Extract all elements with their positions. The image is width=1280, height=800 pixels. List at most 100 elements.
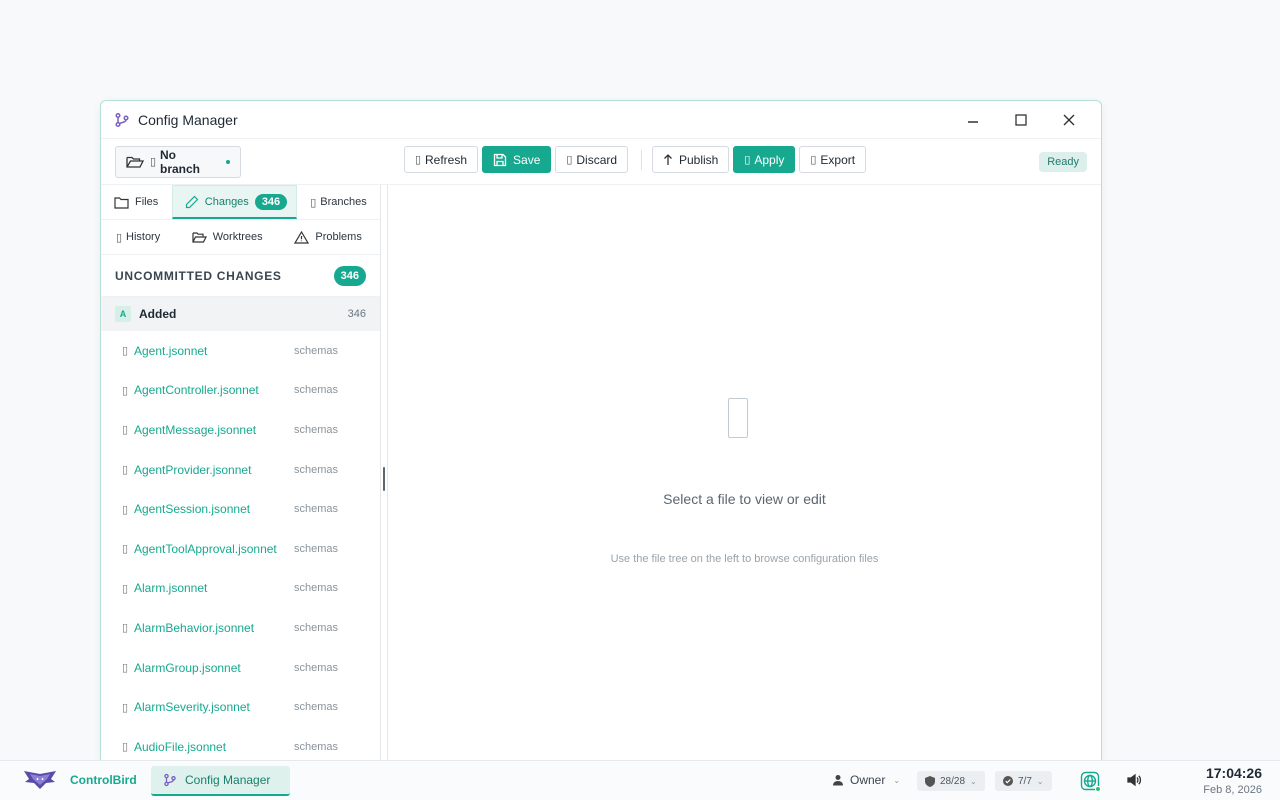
export-button[interactable]: ▯ Export	[799, 146, 867, 173]
changes-count-badge: 346	[254, 193, 288, 210]
list-item[interactable]: ▯ Agent.jsonnet schemas	[101, 331, 380, 371]
shield-status[interactable]: 28/28 ⌄	[917, 771, 985, 791]
tab-problems-label: Problems	[315, 231, 362, 243]
file-icon: ▯	[122, 701, 129, 714]
clock[interactable]: 17:04:26 Feb 8, 2026	[1203, 765, 1262, 796]
shield-count: 28/28	[940, 775, 966, 787]
list-item[interactable]: ▯ AgentProvider.jsonnet schemas	[101, 450, 380, 490]
refresh-label: Refresh	[425, 152, 468, 167]
export-label: Export	[820, 152, 856, 167]
editor-area: Select a file to view or edit Use the fi…	[387, 185, 1101, 760]
save-icon	[493, 153, 507, 167]
added-group-name: Added	[139, 307, 177, 321]
minimize-icon	[967, 114, 979, 126]
save-button[interactable]: Save	[482, 146, 552, 173]
close-icon	[1063, 114, 1075, 126]
discard-label: Discard	[576, 152, 618, 167]
chevron-down-icon: ⌄	[970, 776, 977, 786]
file-icon: ▯	[122, 622, 129, 635]
chevron-down-icon: ⌄	[893, 775, 901, 785]
file-folder: schemas	[294, 384, 339, 397]
tab-problems[interactable]: Problems	[276, 220, 380, 254]
list-item[interactable]: ▯ AlarmBehavior.jsonnet schemas	[101, 608, 380, 648]
close-button[interactable]	[1049, 103, 1089, 137]
file-icon: ▯	[122, 741, 129, 754]
branch-status-dot	[226, 159, 230, 164]
git-branch-icon	[163, 773, 177, 787]
title-bar[interactable]: Config Manager	[101, 101, 1101, 139]
uncommitted-count-badge: 346	[333, 265, 366, 286]
list-item[interactable]: ▯ AlarmSeverity.jsonnet schemas	[101, 687, 380, 727]
branches-icon: ▯	[310, 196, 317, 209]
tab-worktrees[interactable]: Worktrees	[177, 220, 277, 254]
left-panel: Files Changes 346 ▯ Branches ▯ History W…	[101, 185, 381, 760]
toolbar: ▯ No branch ▯ Refresh Save ▯ Discard Pub…	[101, 139, 1101, 185]
history-icon: ▯	[116, 231, 123, 244]
refresh-icon: ▯	[415, 154, 422, 166]
branch-icon: ▯	[150, 156, 157, 168]
file-icon: ▯	[122, 424, 129, 437]
maximize-icon	[1015, 113, 1027, 126]
file-name: AgentController.jsonnet	[134, 383, 259, 398]
chevron-down-icon: ⌄	[1036, 776, 1044, 786]
empty-state-title: Select a file to view or edit	[663, 491, 826, 507]
window-title: Config Manager	[138, 111, 238, 128]
publish-button[interactable]: Publish	[652, 146, 730, 173]
uncommitted-title: UNCOMMITTED CHANGES	[115, 268, 282, 283]
file-name: Agent.jsonnet	[134, 343, 208, 358]
file-folder: schemas	[294, 423, 339, 436]
user-menu[interactable]: Owner ⌄	[832, 773, 900, 787]
added-status-letter: A	[115, 306, 131, 322]
added-group-header[interactable]: A Added 346	[101, 297, 380, 331]
tab-branches[interactable]: ▯ Branches	[297, 185, 380, 219]
file-icon: ▯	[122, 582, 129, 595]
user-name: Owner	[850, 773, 886, 787]
taskbar: ControlBird Config Manager Owner ⌄ 28/28…	[0, 760, 1280, 800]
list-item[interactable]: ▯ AgentSession.jsonnet schemas	[101, 489, 380, 529]
status-badge: Ready	[1039, 152, 1087, 172]
file-folder: schemas	[294, 740, 339, 753]
network-status[interactable]	[1080, 771, 1101, 792]
panel-resize-handle[interactable]	[383, 467, 385, 491]
file-name: AlarmGroup.jsonnet	[134, 660, 241, 675]
tab-branches-label: Branches	[320, 196, 367, 208]
file-icon: ▯	[122, 503, 129, 516]
git-branch-icon	[114, 112, 130, 128]
list-item[interactable]: ▯ AgentToolApproval.jsonnet schemas	[101, 529, 380, 569]
branch-selector[interactable]: ▯ No branch	[115, 145, 241, 178]
list-item[interactable]: ▯ AudioFile.jsonnet schemas	[101, 727, 380, 760]
tab-history-label: History	[126, 231, 161, 243]
refresh-button[interactable]: ▯ Refresh	[404, 146, 479, 173]
tab-worktrees-label: Worktrees	[212, 231, 263, 243]
minimize-button[interactable]	[953, 103, 993, 137]
tab-files[interactable]: Files	[101, 185, 172, 219]
list-item[interactable]: ▯ AlarmGroup.jsonnet schemas	[101, 648, 380, 688]
speaker-icon	[1126, 772, 1142, 788]
check-circle-icon	[1003, 776, 1013, 786]
maximize-button[interactable]	[1001, 103, 1041, 137]
taskbar-item-config-manager[interactable]: Config Manager	[151, 766, 290, 796]
tab-history[interactable]: ▯ History	[101, 220, 177, 254]
save-label: Save	[513, 152, 541, 167]
file-name: AgentMessage.jsonnet	[134, 422, 257, 437]
brand[interactable]: ControlBird	[22, 770, 137, 790]
list-item[interactable]: ▯ Alarm.jsonnet schemas	[101, 569, 380, 609]
discard-button[interactable]: ▯ Discard	[555, 146, 629, 173]
check-status[interactable]: 7/7 ⌄	[995, 771, 1052, 791]
apply-button[interactable]: ▯ Apply	[733, 146, 796, 173]
file-folder: schemas	[294, 701, 339, 714]
uncommitted-header: UNCOMMITTED CHANGES 346	[101, 255, 380, 297]
file-folder: schemas	[294, 621, 339, 634]
empty-state-subtitle: Use the file tree on the left to browse …	[610, 553, 879, 565]
folder-open-icon	[192, 231, 207, 243]
list-item[interactable]: ▯ AgentController.jsonnet schemas	[101, 371, 380, 411]
file-folder: schemas	[294, 344, 339, 357]
tab-changes[interactable]: Changes 346	[171, 185, 298, 219]
file-icon: ▯	[122, 384, 129, 397]
volume-button[interactable]	[1126, 772, 1142, 793]
publish-label: Publish	[679, 152, 719, 167]
tab-files-label: Files	[135, 196, 159, 208]
list-item[interactable]: ▯ AgentMessage.jsonnet schemas	[101, 410, 380, 450]
file-placeholder-icon	[728, 398, 748, 438]
online-indicator	[1095, 786, 1101, 792]
